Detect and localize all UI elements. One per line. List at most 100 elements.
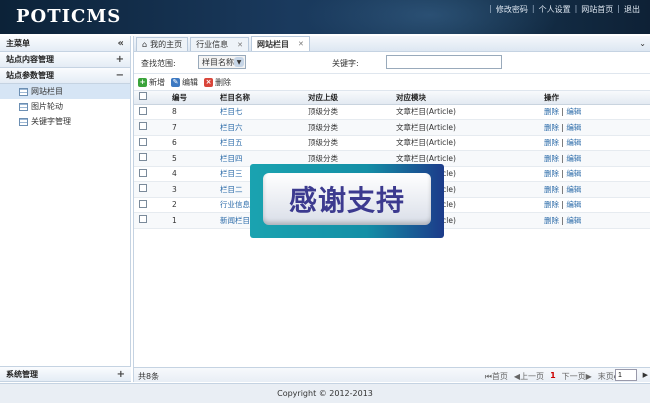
go-arrow-icon[interactable]: ▶ [643, 371, 648, 379]
chevron-down-icon: ▼ [234, 57, 244, 67]
table-row[interactable]: 7 栏目六 顶级分类 文章栏目(Article) 删除 | 编辑 [134, 119, 650, 136]
row-actions: 删除 | 编辑 [542, 181, 650, 198]
row-edit-link[interactable]: 编辑 [566, 154, 581, 163]
home-icon: ⌂ [142, 40, 148, 49]
sidebar-group-system[interactable]: 系统管理 + [0, 366, 131, 382]
delete-button[interactable]: × 删除 [204, 77, 231, 88]
row-name-link[interactable]: 栏目七 [220, 107, 243, 116]
col-module: 对应模块 [394, 91, 542, 105]
current-page: 1 [550, 371, 556, 380]
close-icon[interactable]: ✕ [298, 40, 304, 48]
row-edit-link[interactable]: 编辑 [566, 200, 581, 209]
row-edit-link[interactable]: 编辑 [566, 169, 581, 178]
table-row[interactable]: 8 栏目七 顶级分类 文章栏目(Article) 删除 | 编辑 [134, 104, 650, 120]
row-edit-link[interactable]: 编辑 [566, 107, 581, 116]
expand-plus-icon[interactable]: + [117, 369, 125, 380]
grid-table-icon [19, 87, 28, 96]
header-links: | 修改密码 | 个人设置 | 网站首页 | 退出 [489, 4, 644, 15]
row-edit-link[interactable]: 编辑 [566, 216, 581, 225]
row-delete-link[interactable]: 删除 [544, 169, 559, 178]
row-delete-link[interactable]: 删除 [544, 123, 559, 132]
row-delete-link[interactable]: 删除 [544, 216, 559, 225]
row-name-link[interactable]: 栏目二 [220, 185, 243, 194]
row-id: 3 [170, 181, 218, 198]
row-module: 文章栏目(Article) [394, 135, 542, 151]
pager-nav: ⏮首页 ◀上一页 1 下一页▶ 末页⏭ [485, 371, 621, 382]
first-page-button[interactable]: ⏮首页 [485, 371, 508, 382]
pager: 共8条 ⏮首页 ◀上一页 1 下一页▶ 末页⏭ ▶ [134, 367, 650, 382]
row-edit-link[interactable]: 编辑 [566, 138, 581, 147]
row-name-link[interactable]: 新闻栏目 [220, 216, 250, 225]
row-select-cell [134, 150, 170, 167]
site-home-link[interactable]: 网站首页 [577, 4, 617, 15]
row-select-cell [134, 119, 170, 136]
row-id: 6 [170, 135, 218, 151]
sidebar-item-site-columns[interactable]: 网站栏目 [0, 84, 130, 99]
expand-plus-icon[interactable]: + [116, 54, 124, 65]
row-checkbox[interactable] [139, 153, 147, 162]
sidebar-group-params[interactable]: 站点参数管理 − [0, 68, 130, 84]
row-edit-link[interactable]: 编辑 [566, 185, 581, 194]
keyword-input[interactable] [386, 55, 502, 69]
grid-table-icon [19, 117, 28, 126]
row-actions: 删除 | 编辑 [542, 212, 650, 229]
row-name-link[interactable]: 栏目四 [220, 154, 243, 163]
page-number-input[interactable] [615, 369, 637, 381]
row-checkbox[interactable] [139, 199, 147, 208]
edit-icon: ✎ [171, 77, 180, 87]
total-count: 共8条 [138, 372, 160, 381]
tab-industry-info[interactable]: 行业信息 ✕ [190, 37, 249, 51]
row-checkbox[interactable] [139, 215, 147, 224]
row-name-link[interactable]: 行业信息 [220, 200, 250, 209]
sidebar: 主菜单 « 站点内容管理 + 站点参数管理 − 网站栏目 图片轮动 关键字管理 … [0, 36, 131, 382]
tab-my-home[interactable]: ⌂ 我的主页 [136, 37, 189, 51]
row-id: 8 [170, 104, 218, 120]
change-password-link[interactable]: 修改密码 [492, 4, 532, 15]
row-name-link[interactable]: 栏目三 [220, 169, 243, 178]
row-id: 2 [170, 197, 218, 213]
table-row[interactable]: 6 栏目五 顶级分类 文章栏目(Article) 删除 | 编辑 [134, 135, 650, 151]
sidebar-item-keyword-management[interactable]: 关键字管理 [0, 114, 130, 129]
row-name-link[interactable]: 栏目六 [220, 123, 243, 132]
row-delete-link[interactable]: 删除 [544, 107, 559, 116]
edit-button[interactable]: ✎ 编辑 [171, 77, 198, 88]
search-range-label: 查找范围: [141, 59, 176, 68]
search-range-select[interactable]: 样目名称 ▼ [198, 55, 246, 69]
logout-link[interactable]: 退出 [620, 4, 644, 15]
row-delete-link[interactable]: 删除 [544, 200, 559, 209]
add-icon: + [138, 77, 147, 87]
row-actions: 删除 | 编辑 [542, 119, 650, 136]
col-parent: 对应上级 [306, 91, 394, 105]
personal-settings-link[interactable]: 个人设置 [535, 4, 575, 15]
row-actions: 删除 | 编辑 [542, 150, 650, 167]
tab-site-columns[interactable]: 网站栏目 ✕ [250, 36, 310, 51]
col-name: 栏目名称 [218, 91, 306, 105]
row-name-link[interactable]: 栏目五 [220, 138, 243, 147]
row-actions: 删除 | 编辑 [542, 104, 650, 120]
search-bar: 查找范围: 样目名称 ▼ 关键字: [134, 52, 650, 74]
row-checkbox[interactable] [139, 106, 147, 115]
add-button[interactable]: + 新增 [138, 77, 165, 88]
row-select-cell [134, 197, 170, 213]
row-edit-link[interactable]: 编辑 [566, 123, 581, 132]
collapse-double-chevron-left-icon[interactable]: « [118, 38, 124, 49]
row-delete-link[interactable]: 删除 [544, 185, 559, 194]
select-all-checkbox[interactable] [139, 92, 147, 101]
sidebar-group-content[interactable]: 站点内容管理 + [0, 52, 130, 68]
tab-menu-chevron-icon[interactable]: ⌄ [639, 39, 646, 48]
keyword-label: 关键字: [332, 59, 359, 68]
next-page-button[interactable]: 下一页▶ [562, 371, 592, 382]
tab-bar: ⌂ 我的主页 行业信息 ✕ 网站栏目 ✕ ⌄ [134, 36, 650, 52]
action-toolbar: + 新增 ✎ 编辑 × 删除 [134, 74, 650, 91]
collapse-minus-icon[interactable]: − [116, 70, 124, 81]
row-checkbox[interactable] [139, 122, 147, 131]
row-checkbox[interactable] [139, 137, 147, 146]
close-icon[interactable]: ✕ [237, 41, 243, 49]
sidebar-item-image-carousel[interactable]: 图片轮动 [0, 99, 130, 114]
row-delete-link[interactable]: 删除 [544, 154, 559, 163]
row-checkbox[interactable] [139, 168, 147, 177]
prev-page-button[interactable]: ◀上一页 [514, 371, 544, 382]
row-checkbox[interactable] [139, 184, 147, 193]
sidebar-title: 主菜单 « [0, 36, 130, 52]
row-delete-link[interactable]: 删除 [544, 138, 559, 147]
